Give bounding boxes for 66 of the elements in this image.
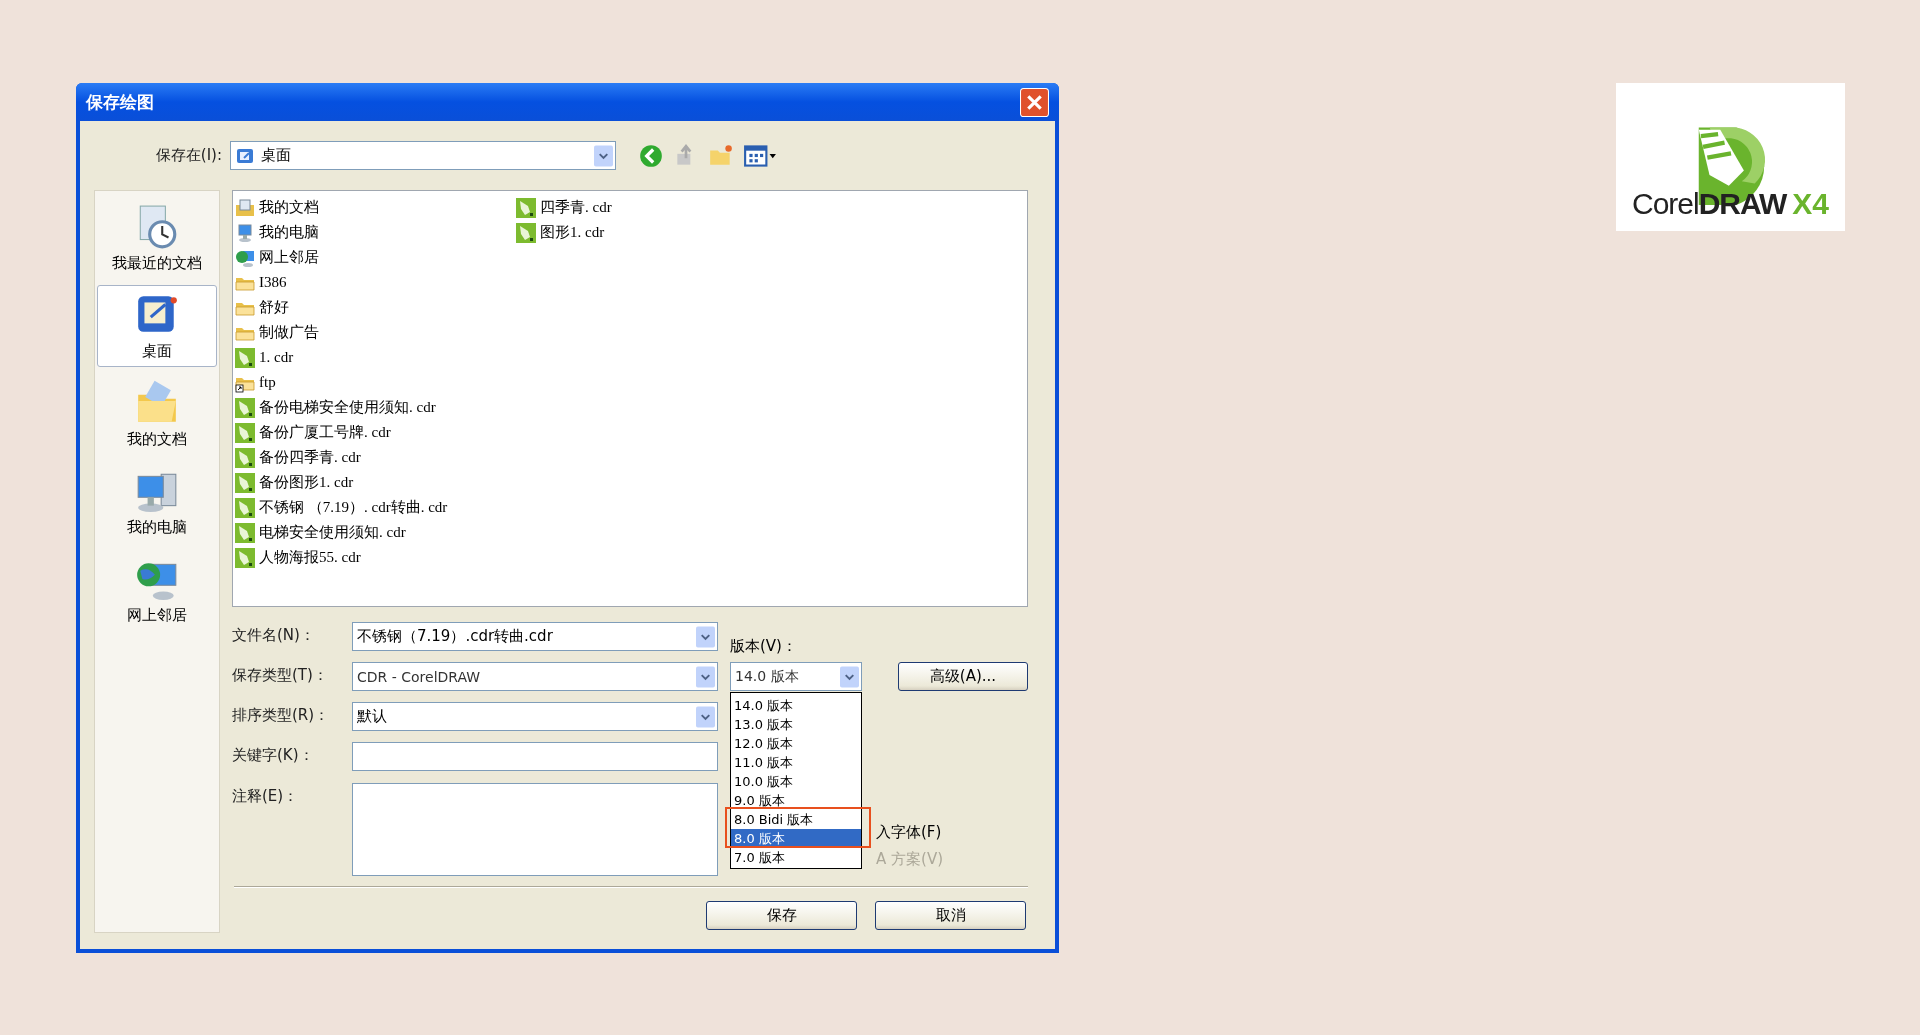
file-item[interactable]: 电梯安全使用须知. cdr bbox=[235, 520, 516, 545]
file-item[interactable]: 备份电梯安全使用须知. cdr bbox=[235, 395, 516, 420]
file-item[interactable]: 我的电脑 bbox=[235, 220, 516, 245]
file-item[interactable]: 图形1. cdr bbox=[516, 220, 612, 245]
file-item[interactable]: 人物海报55. cdr bbox=[235, 545, 516, 570]
drawing-file-icon bbox=[235, 447, 255, 468]
version-option[interactable]: 8.0 Bidi 版本 bbox=[731, 810, 861, 829]
version-option[interactable]: 9.0 版本 bbox=[731, 791, 861, 810]
file-item[interactable]: 备份图形1. cdr bbox=[235, 470, 516, 495]
version-option[interactable]: 14.0 版本 bbox=[731, 696, 861, 715]
version-option[interactable]: 12.0 版本 bbox=[731, 734, 861, 753]
file-item[interactable]: 1. cdr bbox=[235, 345, 516, 370]
advanced-button[interactable]: 高级(A)... bbox=[898, 662, 1028, 691]
drawing-file-icon bbox=[235, 397, 255, 418]
version-option[interactable]: 11.0 版本 bbox=[731, 753, 861, 772]
file-item[interactable]: 备份四季青. cdr bbox=[235, 445, 516, 470]
file-item[interactable]: 舒好 bbox=[235, 295, 516, 320]
file-item[interactable]: 我的文档 bbox=[235, 195, 516, 220]
places-item[interactable]: 我最近的文档 bbox=[97, 197, 217, 279]
save-button[interactable]: 保存 bbox=[706, 901, 857, 930]
view-menu-icon[interactable] bbox=[743, 142, 777, 169]
file-item[interactable]: ftp bbox=[235, 370, 516, 395]
notes-field[interactable] bbox=[352, 783, 718, 876]
places-item[interactable]: 我的电脑 bbox=[97, 461, 217, 543]
logo-wordmark: CorelDRAW bbox=[1631, 187, 1787, 221]
file-item[interactable]: I386 bbox=[235, 270, 516, 295]
drawing-file-icon bbox=[516, 197, 536, 218]
file-item[interactable]: 不锈钢 （7.19）. cdr转曲. cdr bbox=[235, 495, 516, 520]
back-icon[interactable] bbox=[638, 142, 664, 169]
window-title: 保存绘图 bbox=[86, 90, 154, 114]
drawing-file-icon bbox=[235, 497, 255, 518]
file-item[interactable]: 备份广厦工号牌. cdr bbox=[235, 420, 516, 445]
drawing-file-icon bbox=[235, 472, 255, 493]
places-item[interactable]: 桌面 bbox=[97, 285, 217, 367]
version-dropdown[interactable]: 14.0 版本 bbox=[730, 662, 862, 691]
version-option[interactable]: 7.0 版本 bbox=[731, 848, 861, 867]
save-in-label: 保存在(I): bbox=[154, 146, 223, 165]
places-item[interactable]: 我的文档 bbox=[97, 373, 217, 455]
version-option[interactable]: 10.0 版本 bbox=[731, 772, 861, 791]
cancel-button[interactable]: 取消 bbox=[875, 901, 1026, 930]
file-item[interactable]: 制做广告 bbox=[235, 320, 516, 345]
drawing-file-icon bbox=[235, 547, 255, 568]
notes-label: 注释(E)： bbox=[232, 786, 300, 807]
sort-type-label: 排序类型(R)： bbox=[232, 705, 331, 726]
save-type-dropdown[interactable]: CDR - CorelDRAW bbox=[352, 662, 718, 691]
file-item[interactable]: 四季青. cdr bbox=[516, 195, 612, 220]
file-name-label: 文件名(N)： bbox=[232, 625, 316, 646]
close-icon[interactable] bbox=[1020, 87, 1049, 117]
places-item[interactable]: 网上邻居 bbox=[97, 549, 217, 631]
keywords-label: 关键字(K)： bbox=[232, 745, 315, 766]
option-label[interactable]: 入字体(F) bbox=[876, 823, 942, 842]
save-type-label: 保存类型(T)： bbox=[232, 665, 329, 686]
file-item[interactable]: 网上邻居 bbox=[235, 245, 516, 270]
drawing-file-icon bbox=[235, 347, 255, 368]
save-in-dropdown[interactable]: 桌面 bbox=[230, 141, 616, 170]
version-label: 版本(V)： bbox=[730, 637, 798, 656]
keywords-field[interactable] bbox=[352, 742, 718, 771]
version-option[interactable]: 13.0 版本 bbox=[731, 715, 861, 734]
logo-edition: X4 bbox=[1792, 187, 1830, 221]
drawing-file-icon bbox=[235, 422, 255, 443]
documents-folder-icon bbox=[235, 197, 255, 218]
sort-type-dropdown[interactable]: 默认 bbox=[352, 702, 718, 731]
drawing-file-icon bbox=[235, 522, 255, 543]
file-name-field[interactable]: 不锈钢（7.19）.cdr转曲.cdr bbox=[352, 622, 718, 651]
drawing-file-icon bbox=[516, 222, 536, 243]
computer-icon bbox=[235, 222, 255, 243]
